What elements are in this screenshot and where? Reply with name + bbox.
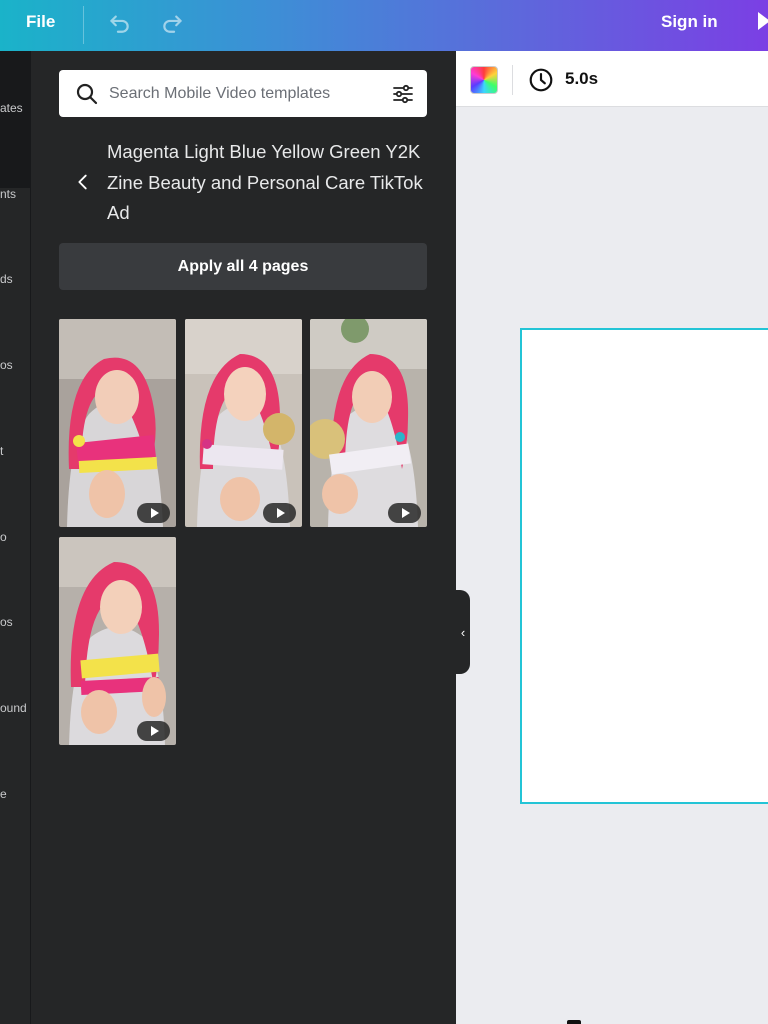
- rail-item-elements[interactable]: nts: [0, 187, 16, 201]
- rail-item-audio[interactable]: o: [0, 530, 7, 544]
- search-input[interactable]: [109, 80, 369, 107]
- color-picker-icon[interactable]: [470, 66, 498, 94]
- video-play-badge: [263, 503, 296, 523]
- video-play-badge: [137, 503, 170, 523]
- thumbnail-image: [59, 537, 176, 745]
- topbar-divider: [83, 6, 84, 44]
- play-icon: [150, 726, 159, 736]
- redo-icon[interactable]: [160, 9, 186, 35]
- rail-active-bg: [0, 188, 30, 1024]
- chevron-left-icon: ‹: [460, 624, 466, 640]
- thumbnail-image: [59, 319, 176, 527]
- video-play-badge: [388, 503, 421, 523]
- template-page-thumbnail-2[interactable]: [185, 319, 302, 527]
- rail-item-photos[interactable]: os: [0, 358, 13, 372]
- rail-item-background[interactable]: ound: [0, 701, 27, 715]
- rail-item-text[interactable]: t: [0, 444, 3, 458]
- clock-icon[interactable]: [528, 67, 554, 93]
- top-bar: File Sign in: [0, 0, 768, 51]
- rail-item-templates[interactable]: ates: [0, 101, 23, 115]
- filter-sliders-icon[interactable]: [391, 82, 415, 106]
- thumbnail-image: [310, 319, 427, 527]
- play-icon[interactable]: [758, 12, 768, 30]
- video-play-badge: [137, 721, 170, 741]
- template-page-thumbnail-4[interactable]: [59, 537, 176, 745]
- search-icon: [76, 83, 98, 105]
- apply-all-pages-button[interactable]: Apply all 4 pages: [59, 243, 427, 290]
- file-menu-button[interactable]: File: [26, 12, 55, 32]
- page-duration[interactable]: 5.0s: [565, 69, 598, 89]
- back-chevron-icon[interactable]: [72, 170, 94, 194]
- undo-icon[interactable]: [106, 9, 132, 35]
- design-canvas-page[interactable]: [520, 328, 768, 804]
- play-icon: [401, 508, 410, 518]
- thumbnail-image: [185, 319, 302, 527]
- page-indicator: [567, 1020, 581, 1024]
- panel-collapse-handle[interactable]: ‹: [456, 590, 470, 674]
- editor-toolbar: 5.0s: [456, 51, 768, 107]
- toolbar-divider: [512, 65, 513, 95]
- play-icon: [150, 508, 159, 518]
- sign-in-button[interactable]: Sign in: [661, 12, 718, 32]
- template-page-thumbnail-3[interactable]: [310, 319, 427, 527]
- play-icon: [276, 508, 285, 518]
- template-page-thumbnail-1[interactable]: [59, 319, 176, 527]
- rail-item-uploads[interactable]: ds: [0, 272, 13, 286]
- rail-item-videos[interactable]: os: [0, 615, 13, 629]
- rail-item-more[interactable]: e: [0, 787, 7, 801]
- template-search-box[interactable]: [59, 70, 427, 117]
- template-title: Magenta Light Blue Yellow Green Y2K Zine…: [107, 141, 423, 223]
